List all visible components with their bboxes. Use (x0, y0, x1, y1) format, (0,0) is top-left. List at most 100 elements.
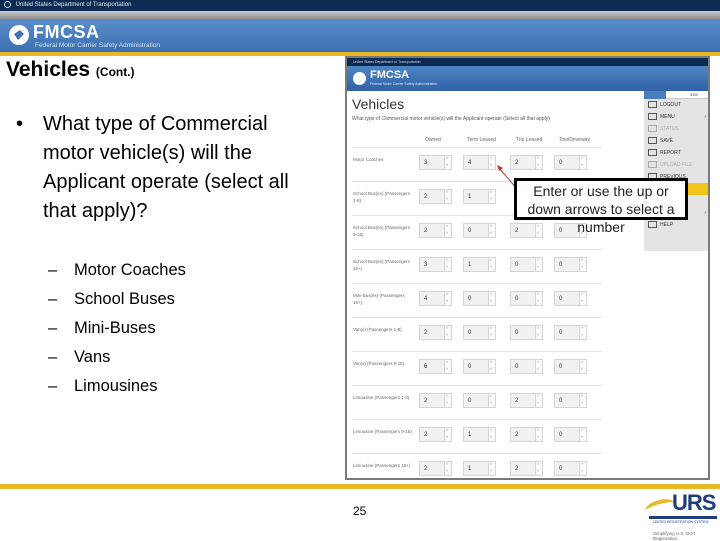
stepper-arrows-icon[interactable] (444, 189, 451, 203)
list-item-label: School Buses (74, 290, 175, 308)
quantity-stepper[interactable]: 4 (419, 291, 452, 306)
stepper-arrows-icon[interactable] (444, 393, 451, 407)
quantity-stepper[interactable]: 2 (510, 155, 543, 170)
quantity-stepper[interactable]: 0 (554, 291, 587, 306)
quantity-stepper[interactable]: 0 (554, 427, 587, 442)
quantity-stepper[interactable]: 3 (419, 257, 452, 272)
quantity-stepper[interactable]: 2 (510, 393, 543, 408)
stepper-arrows-icon[interactable] (444, 461, 451, 475)
row-label: Limousine (Passengers 9-15) (353, 429, 412, 434)
stepper-value: 0 (559, 160, 563, 166)
stepper-arrows-icon[interactable] (535, 223, 542, 237)
stepper-arrows-icon[interactable] (535, 291, 542, 305)
quantity-stepper[interactable]: 2 (510, 461, 543, 476)
quantity-stepper[interactable]: 0 (554, 393, 587, 408)
stepper-arrows-icon[interactable] (579, 427, 586, 441)
stepper-arrows-icon[interactable] (488, 291, 495, 305)
quantity-stepper[interactable]: 0 (554, 461, 587, 476)
dot-header-text: United States Department of Transportati… (15, 2, 132, 8)
quantity-stepper[interactable]: 2 (419, 427, 452, 442)
quantity-stepper[interactable]: 2 (419, 223, 452, 238)
row-label: School Bus(es) (Passengers 1-8) (353, 191, 411, 203)
stepper-arrows-icon[interactable] (444, 427, 451, 441)
fmcsa-brand: FMCSA (33, 22, 100, 42)
stepper-arrows-icon[interactable] (488, 427, 495, 441)
stepper-arrows-icon[interactable] (488, 359, 495, 373)
stepper-arrows-icon[interactable] (535, 427, 542, 441)
table-row: Limousine (Passengers 9-15) 2 1 2 0 (347, 420, 644, 454)
quantity-stepper[interactable]: 1 (463, 189, 496, 204)
stepper-arrows-icon[interactable] (535, 359, 542, 373)
quantity-stepper[interactable]: 0 (554, 155, 587, 170)
vehicle-type-list: – Motor Coaches – School Buses – Mini-Buses… (48, 256, 186, 401)
quantity-stepper[interactable]: 2 (510, 427, 543, 442)
stepper-arrows-icon[interactable] (444, 257, 451, 271)
stepper-arrows-icon[interactable] (579, 291, 586, 305)
stepper-arrows-icon[interactable] (488, 393, 495, 407)
sidebar-item-logout[interactable]: LOGOUT (644, 99, 708, 111)
stepper-arrows-icon[interactable] (444, 291, 451, 305)
stepper-arrows-icon[interactable] (535, 461, 542, 475)
stepper-arrows-icon[interactable] (535, 325, 542, 339)
footer-gold-divider (0, 484, 720, 489)
stepper-value: 0 (468, 296, 472, 302)
quantity-stepper[interactable]: 0 (463, 393, 496, 408)
quantity-stepper[interactable]: 0 (463, 223, 496, 238)
stepper-arrows-icon[interactable] (488, 257, 495, 271)
stepper-arrows-icon[interactable] (488, 189, 495, 203)
stepper-arrows-icon[interactable] (444, 223, 451, 237)
sidebar-item-upload-file[interactable]: UPLOAD FILE (644, 159, 708, 171)
quantity-stepper[interactable]: 4 (463, 155, 496, 170)
stepper-arrows-icon[interactable] (579, 359, 586, 373)
quantity-stepper[interactable]: 0 (554, 359, 587, 374)
sidebar-item-menu[interactable]: MENU › (644, 111, 708, 123)
sidebar-item-report[interactable]: REPORT (644, 147, 708, 159)
quantity-stepper[interactable]: 2 (510, 223, 543, 238)
quantity-stepper[interactable]: 2 (419, 393, 452, 408)
sidebar-item-status[interactable]: STATUS (644, 123, 708, 135)
page-number: 25 (353, 504, 367, 518)
stepper-arrows-icon[interactable] (488, 461, 495, 475)
stepper-value: 1 (468, 432, 472, 438)
dash-icon: – (48, 377, 58, 395)
stepper-arrows-icon[interactable] (579, 461, 586, 475)
stepper-value: 2 (515, 228, 519, 234)
stepper-arrows-icon[interactable] (488, 155, 495, 169)
column-header-owned: Owned (425, 137, 441, 143)
sidebar-item-save[interactable]: SAVE (644, 135, 708, 147)
quantity-stepper[interactable]: 2 (419, 461, 452, 476)
stepper-arrows-icon[interactable] (488, 325, 495, 339)
quantity-stepper[interactable]: 0 (510, 291, 543, 306)
quantity-stepper[interactable]: 6 (419, 359, 452, 374)
quantity-stepper[interactable]: 2 (419, 325, 452, 340)
stepper-arrows-icon[interactable] (579, 325, 586, 339)
row-label: Van(s) (Passengers 9-15) (353, 361, 405, 366)
quantity-stepper[interactable]: 0 (510, 359, 543, 374)
quantity-stepper[interactable]: 0 (510, 257, 543, 272)
stepper-arrows-icon[interactable] (535, 155, 542, 169)
quantity-stepper[interactable]: 2 (419, 189, 452, 204)
quantity-stepper[interactable]: 0 (463, 325, 496, 340)
quantity-stepper[interactable]: 0 (463, 291, 496, 306)
column-header-tow-driveway: Tow/Driveway (559, 137, 590, 143)
stepper-arrows-icon[interactable] (579, 257, 586, 271)
stepper-arrows-icon[interactable] (444, 155, 451, 169)
quantity-stepper[interactable]: 0 (554, 257, 587, 272)
stepper-value: 0 (559, 296, 563, 302)
quantity-stepper[interactable]: 1 (463, 257, 496, 272)
app-brand-subtitle: Federal Motor Carrier Safety Administrat… (370, 82, 438, 86)
stepper-arrows-icon[interactable] (444, 325, 451, 339)
stepper-arrows-icon[interactable] (535, 257, 542, 271)
stepper-arrows-icon[interactable] (535, 393, 542, 407)
quantity-stepper[interactable]: 0 (554, 325, 587, 340)
quantity-stepper[interactable]: 0 (463, 359, 496, 374)
sidebar-item-help[interactable]: HELP (644, 219, 708, 231)
quantity-stepper[interactable]: 0 (510, 325, 543, 340)
quantity-stepper[interactable]: 3 (419, 155, 452, 170)
stepper-arrows-icon[interactable] (579, 155, 586, 169)
stepper-arrows-icon[interactable] (579, 393, 586, 407)
quantity-stepper[interactable]: 1 (463, 427, 496, 442)
stepper-arrows-icon[interactable] (488, 223, 495, 237)
stepper-arrows-icon[interactable] (444, 359, 451, 373)
quantity-stepper[interactable]: 1 (463, 461, 496, 476)
